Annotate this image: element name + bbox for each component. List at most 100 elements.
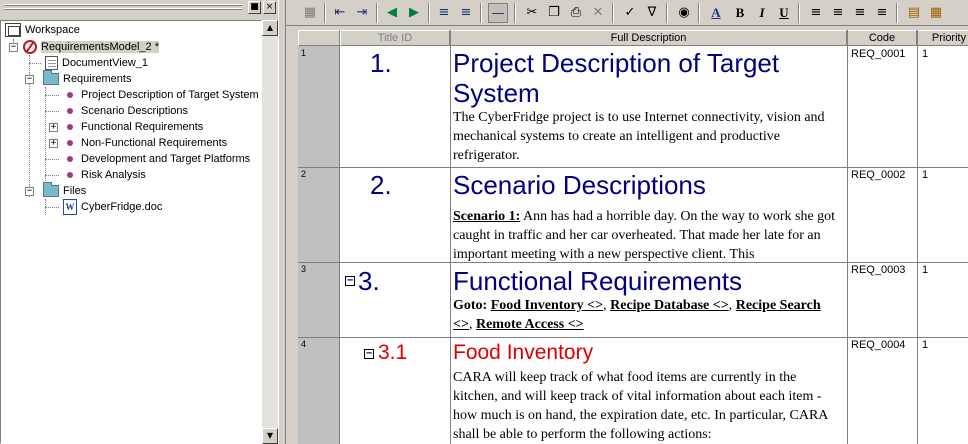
italic-icon[interactable]: I [752, 3, 772, 23]
tree-requirements-label: Requirements [63, 73, 132, 85]
filter-icon[interactable]: ∇ [642, 3, 662, 23]
requirement-priority[interactable]: 1 [922, 169, 928, 181]
app-window: ■ × Workspace − RequirementsModel_2 * Do… [0, 0, 968, 444]
tree-item-label: Scenario Descriptions [81, 105, 188, 117]
tree-requirements-model[interactable]: RequirementsModel_2 * [23, 39, 160, 55]
requirement-title[interactable]: Project Description of Target System [453, 48, 843, 108]
link-remote-access[interactable]: Remote Access <> [476, 317, 584, 332]
row-number[interactable]: 1 [301, 48, 306, 58]
collapse-model-icon[interactable]: − [9, 43, 18, 52]
align-justify-icon[interactable]: ≡ [434, 3, 454, 23]
tree-item-label: Development and Target Platforms [81, 153, 251, 165]
tree-document-view-label: DocumentView_1 [62, 57, 149, 69]
column-header-code[interactable]: Code [847, 30, 917, 46]
tree-item-label: Non-Functional Requirements [81, 137, 228, 149]
requirement-description[interactable]: Goto: Food Inventory <>, Recipe Database… [453, 296, 843, 334]
corner-header[interactable] [298, 30, 340, 46]
tree-requirements-folder[interactable]: Requirements [43, 70, 132, 87]
workspace-pane-header: ■ × [0, 0, 278, 17]
requirement-title[interactable]: Scenario Descriptions [453, 170, 843, 200]
row-number[interactable]: 3 [301, 264, 306, 274]
goto-label: Goto: [453, 298, 488, 313]
requirement-title[interactable]: Food Inventory [453, 341, 843, 365]
tree-item-functional-requirements[interactable]: Functional Requirements [65, 119, 203, 135]
requirement-icon [67, 156, 73, 163]
row-number[interactable]: 2 [301, 169, 306, 179]
row-number[interactable]: 4 [301, 339, 306, 349]
paste-icon[interactable]: ⎙ [566, 3, 586, 23]
column-header-priority[interactable]: Priority [917, 30, 968, 46]
tree-item-non-functional-requirements[interactable]: Non-Functional Requirements [65, 135, 227, 151]
tree-workspace[interactable]: Workspace [5, 22, 80, 38]
delete-icon[interactable]: ✕ [588, 3, 608, 23]
align-right-icon[interactable]: ≡ [850, 3, 870, 23]
underline-icon[interactable]: U [774, 3, 794, 23]
requirement-icon [67, 92, 73, 99]
insert-after-icon[interactable]: ⇥ [352, 3, 372, 23]
arrow-right-icon[interactable]: ▶ [404, 3, 424, 23]
column-header-full-description[interactable]: Full Description [450, 30, 847, 46]
tree-files-folder[interactable]: Files [43, 182, 86, 199]
collapse-row-icon[interactable]: − [364, 349, 374, 359]
collapse-files-icon[interactable]: − [25, 187, 34, 196]
requirement-description[interactable]: Scenario 1: Ann has had a horrible day. … [453, 207, 843, 263]
scroll-up-icon[interactable]: ▲ [262, 20, 278, 36]
find-icon[interactable]: ◉ [674, 3, 694, 23]
requirement-priority[interactable]: 1 [922, 48, 928, 60]
tree-model-label: RequirementsModel_2 * [41, 41, 160, 53]
link-food-inventory[interactable]: Food Inventory <> [491, 298, 603, 313]
link-recipe-database[interactable]: Recipe Database <> [610, 298, 729, 313]
requirement-code[interactable]: REQ_0002 [851, 169, 905, 181]
tree-item-scenario-descriptions[interactable]: Scenario Descriptions [65, 103, 188, 119]
tree-file-label: CyberFridge.doc [81, 201, 163, 213]
pane-grip-lower[interactable] [4, 8, 242, 10]
bold-icon[interactable]: B [730, 3, 750, 23]
pane-splitter[interactable] [278, 0, 286, 444]
tree-item-label: Risk Analysis [81, 169, 146, 181]
title-id[interactable]: 1. [370, 48, 392, 79]
requirement-priority[interactable]: 1 [922, 339, 928, 351]
requirement-description[interactable]: CARA will keep track of what food items … [453, 368, 843, 444]
document-view: ▦ ⇤ ⇥ ◀ ▶ ≡ ≡ — ✂ ❐ ⎙ ✕ ✓ ∇ ◉ A B I U ≡ … [286, 0, 968, 444]
collapse-row-icon[interactable]: − [345, 276, 355, 286]
column-header-title-id[interactable]: Title ID [340, 30, 450, 46]
requirement-title[interactable]: Functional Requirements [453, 266, 843, 296]
tree-document-view[interactable]: DocumentView_1 [45, 55, 148, 71]
requirement-code[interactable]: REQ_0004 [851, 339, 905, 351]
pane-grip[interactable] [4, 4, 242, 6]
expand-functional-icon[interactable]: + [49, 123, 58, 132]
bullet-list-icon[interactable]: ≡ [872, 3, 892, 23]
tree-item-project-description[interactable]: Project Description of Target System [65, 87, 259, 103]
expand-non-functional-icon[interactable]: + [49, 139, 58, 148]
align-justify-2-icon[interactable]: ≡ [456, 3, 476, 23]
scroll-down-icon[interactable]: ▼ [262, 428, 278, 444]
tree-item-risk-analysis[interactable]: Risk Analysis [65, 167, 146, 183]
chart-icon[interactable]: ▦ [926, 3, 946, 23]
tree-item-development-platforms[interactable]: Development and Target Platforms [65, 151, 250, 167]
requirement-icon [67, 172, 73, 179]
horizontal-line-icon[interactable]: — [488, 3, 508, 23]
align-center-icon[interactable]: ≡ [828, 3, 848, 23]
pane-dock-button[interactable]: ■ [248, 1, 261, 14]
requirement-code[interactable]: REQ_0001 [851, 48, 905, 60]
arrow-left-icon[interactable]: ◀ [382, 3, 402, 23]
tree-file-cyberfridge[interactable]: W CyberFridge.doc [63, 199, 163, 216]
insert-before-icon[interactable]: ⇤ [330, 3, 350, 23]
requirement-code[interactable]: REQ_0003 [851, 264, 905, 276]
align-left-icon[interactable]: ≡ [806, 3, 826, 23]
tree-scrollbar[interactable]: ▲ ▼ [262, 20, 278, 444]
spellcheck-icon[interactable]: ✓ [620, 3, 640, 23]
font-color-icon[interactable]: A [706, 3, 726, 23]
pane-close-button[interactable]: × [263, 1, 276, 14]
cut-icon[interactable]: ✂ [522, 3, 542, 23]
workspace-pane: ■ × Workspace − RequirementsModel_2 * Do… [0, 0, 278, 444]
copy-icon[interactable]: ❐ [544, 3, 564, 23]
requirement-description[interactable]: The CyberFridge project is to use Intern… [453, 108, 843, 165]
properties-icon[interactable]: ▦ [300, 3, 320, 23]
title-id[interactable]: 2. [370, 170, 392, 201]
title-id[interactable]: 3.1 [378, 341, 407, 365]
report-icon[interactable]: ▤ [904, 3, 924, 23]
requirement-priority[interactable]: 1 [922, 264, 928, 276]
title-id[interactable]: 3. [358, 266, 380, 297]
collapse-requirements-icon[interactable]: − [25, 75, 34, 84]
